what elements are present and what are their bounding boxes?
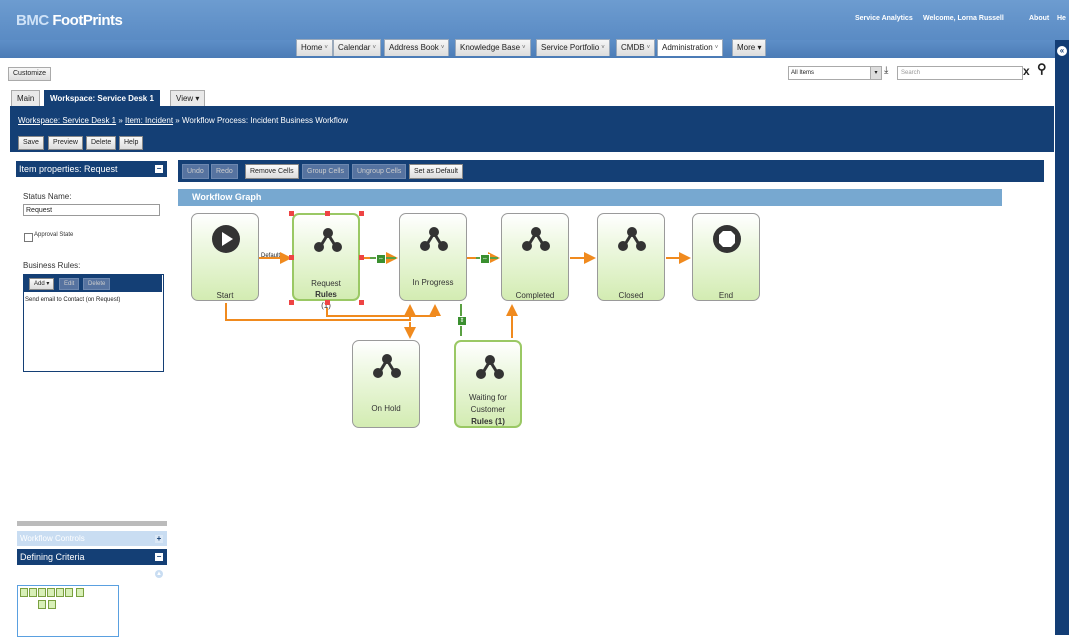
workflow-node-waiting-for-customer[interactable]: Waiting for Customer Rules (1) bbox=[454, 340, 522, 428]
workflow-status-icon bbox=[314, 228, 342, 252]
node-label: Start bbox=[216, 291, 234, 300]
workflow-status-icon bbox=[420, 227, 448, 251]
workflow-node-request[interactable]: Request Rules (1) bbox=[292, 213, 360, 310]
workflow-status-icon bbox=[476, 355, 504, 379]
workflow-node-on-hold[interactable]: On Hold bbox=[352, 340, 420, 428]
connector-handle[interactable]: ⇕ bbox=[457, 316, 467, 326]
resize-handle[interactable] bbox=[325, 300, 330, 305]
workflow-status-icon bbox=[373, 354, 401, 378]
play-icon bbox=[212, 225, 240, 253]
node-label: Request bbox=[311, 279, 341, 288]
node-label: Closed bbox=[618, 291, 644, 300]
resize-handle[interactable] bbox=[359, 300, 364, 305]
resize-handle[interactable] bbox=[289, 255, 294, 260]
default-transition-label: Default bbox=[261, 253, 281, 259]
node-rules-label: Rules (1) bbox=[471, 417, 505, 426]
node-label-line2: Customer bbox=[470, 405, 506, 414]
workflow-node-start[interactable]: Start bbox=[191, 213, 259, 301]
node-label: End bbox=[718, 291, 734, 300]
resize-handle[interactable] bbox=[289, 211, 294, 216]
node-label: Completed bbox=[515, 291, 555, 300]
workflow-node-completed[interactable]: Completed bbox=[501, 213, 569, 301]
workflow-node-in-progress[interactable]: In Progress bbox=[399, 213, 467, 301]
workflow-node-closed[interactable]: Closed bbox=[597, 213, 665, 301]
workflow-edges bbox=[225, 252, 691, 339]
node-rules-label: Rules bbox=[315, 290, 337, 299]
workflow-status-icon bbox=[522, 227, 550, 251]
resize-handle[interactable] bbox=[359, 255, 364, 260]
workflow-node-end[interactable]: End bbox=[692, 213, 760, 301]
node-label: In Progress bbox=[412, 278, 454, 287]
resize-handle[interactable] bbox=[325, 211, 330, 216]
resize-handle[interactable] bbox=[359, 211, 364, 216]
stop-icon bbox=[713, 225, 741, 253]
connector-handle[interactable]: ⇔ bbox=[376, 254, 386, 264]
workflow-status-icon bbox=[618, 227, 646, 251]
connector-handle[interactable]: ⇔ bbox=[480, 254, 490, 264]
node-label: Waiting for bbox=[469, 393, 507, 402]
resize-handle[interactable] bbox=[289, 300, 294, 305]
node-label: On Hold bbox=[371, 404, 401, 413]
